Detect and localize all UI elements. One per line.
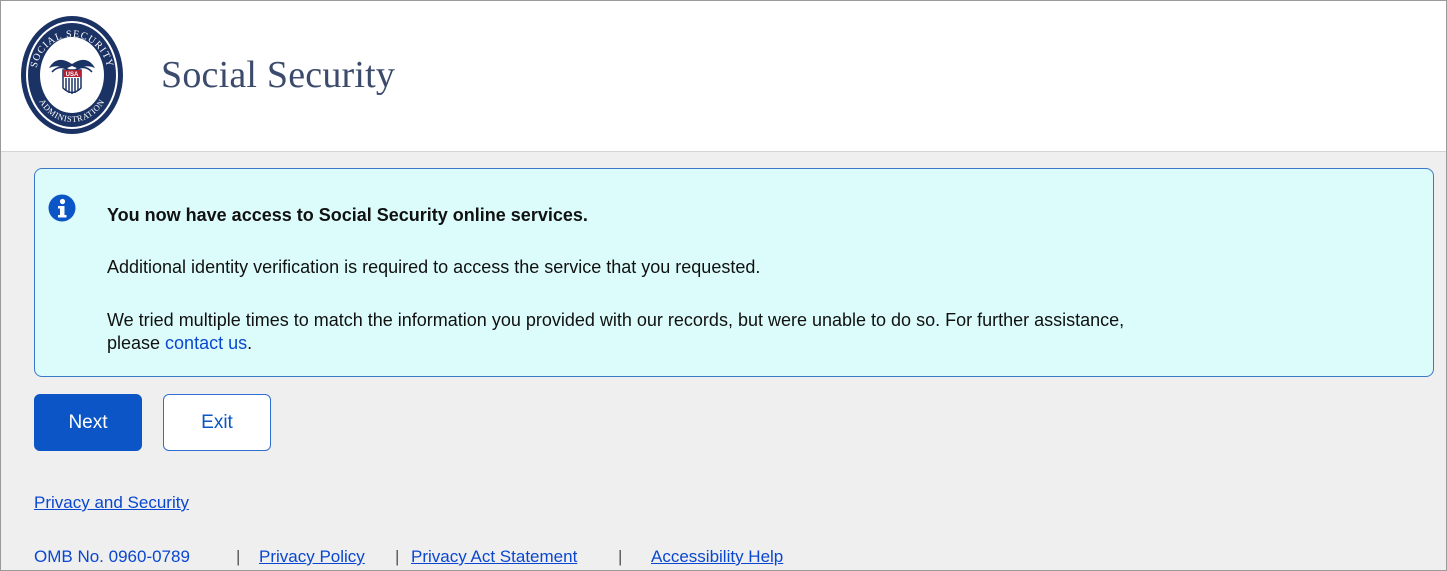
assistance-text-line1: We tried multiple times to match the inf…: [107, 310, 1125, 330]
omb-number: OMB No. 0960-0789: [34, 547, 190, 566]
alert-paragraph-assistance: We tried multiple times to match the inf…: [107, 309, 1407, 355]
footer-separator: |: [618, 547, 623, 566]
alert-heading: You now have access to Social Security o…: [107, 205, 588, 225]
site-title: Social Security: [161, 54, 396, 96]
assistance-text-suffix: .: [247, 333, 253, 353]
ssa-seal-logo: SOCIAL SECURITY ADMINISTRATION USA: [21, 16, 123, 134]
privacy-act-statement-link[interactable]: Privacy Act Statement: [411, 547, 577, 567]
assistance-text-prefix: please: [107, 333, 166, 353]
contact-us-link[interactable]: contact us: [165, 333, 247, 353]
svg-text:USA: USA: [66, 72, 79, 78]
exit-button[interactable]: Exit: [163, 394, 271, 451]
info-alert: You now have access to Social Security o…: [34, 168, 1434, 377]
privacy-policy-link[interactable]: Privacy Policy: [259, 547, 365, 567]
footer-separator: |: [395, 547, 400, 566]
privacy-and-security-link[interactable]: Privacy and Security: [34, 493, 189, 513]
info-icon: [48, 194, 76, 222]
site-header: SOCIAL SECURITY ADMINISTRATION USA Socia…: [1, 1, 1446, 152]
alert-paragraph-verification: Additional identity verification is requ…: [107, 257, 761, 277]
footer-separator: |: [236, 547, 241, 566]
page-frame: SOCIAL SECURITY ADMINISTRATION USA Socia…: [0, 0, 1447, 571]
accessibility-help-link[interactable]: Accessibility Help: [651, 547, 783, 567]
next-button[interactable]: Next: [34, 394, 142, 451]
